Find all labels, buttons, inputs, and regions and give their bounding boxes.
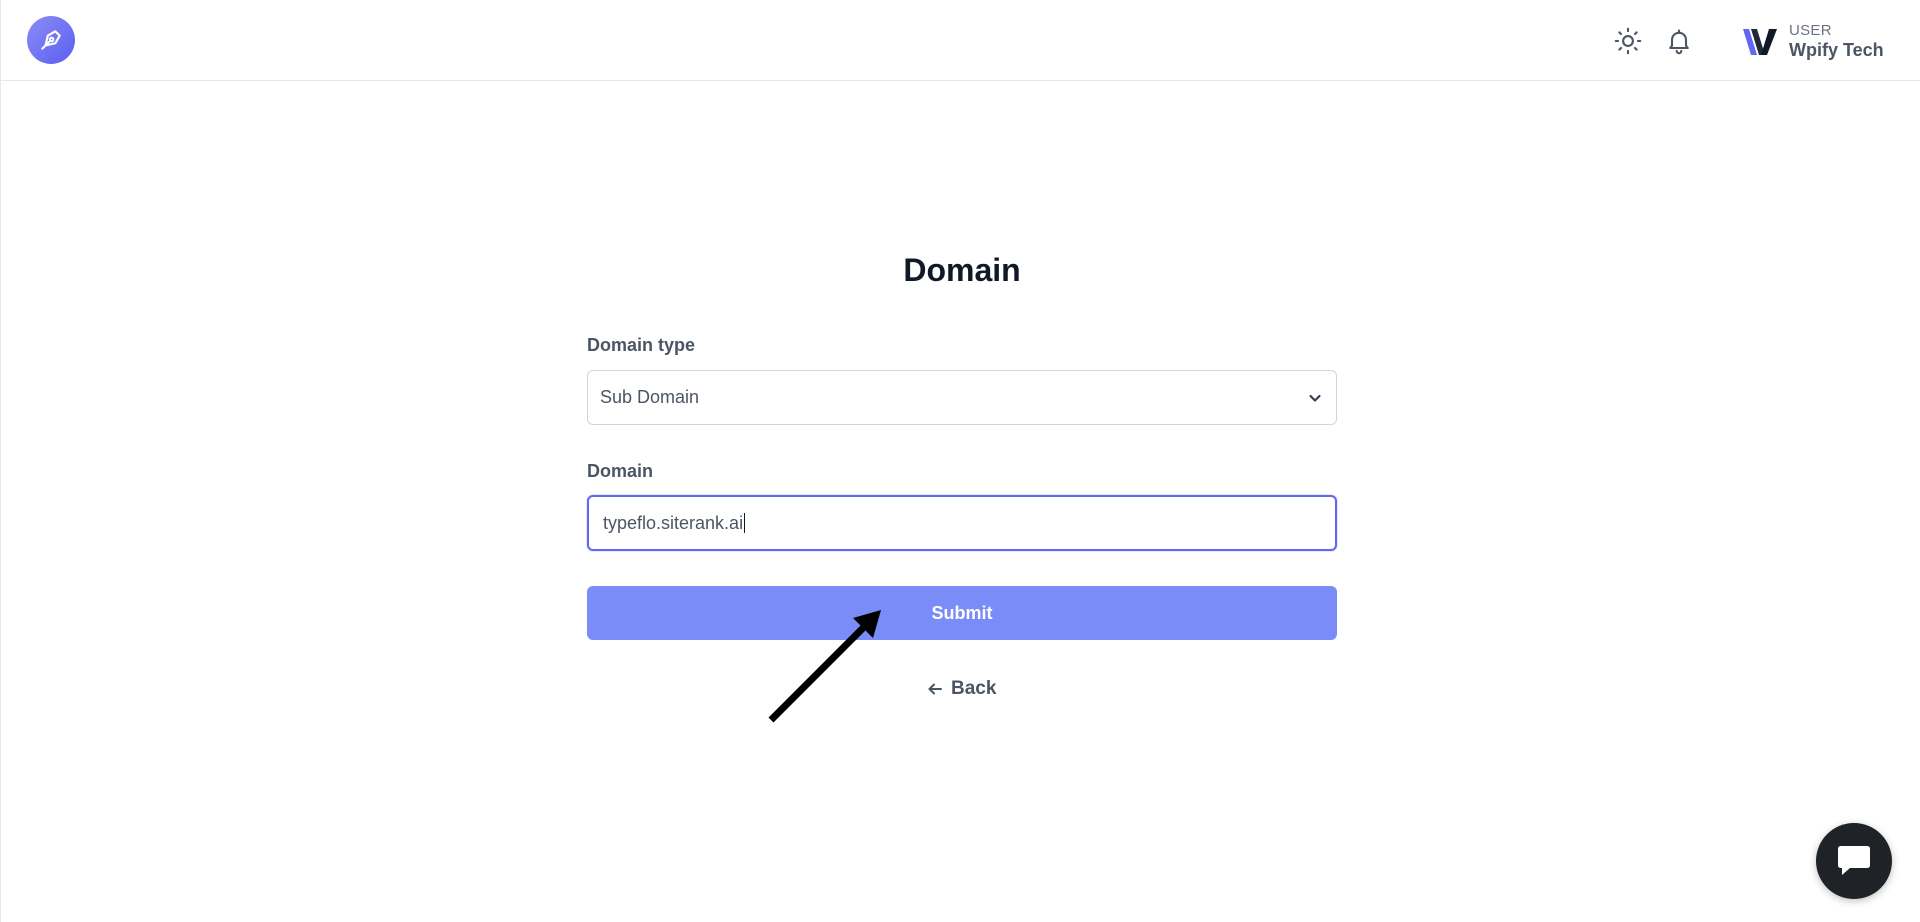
page-title: Domain — [903, 252, 1021, 288]
wpify-logo-icon — [1743, 29, 1777, 55]
user-role: USER — [1789, 22, 1832, 40]
back-label: Back — [951, 678, 997, 699]
text-caret — [744, 513, 746, 533]
annotation-arrow-icon — [768, 610, 881, 723]
back-link[interactable]: Back — [927, 676, 996, 702]
domain-input-value: typeflo.siterank.ai — [603, 512, 744, 533]
domain-type-label: Domain type — [587, 335, 696, 355]
chat-button[interactable] — [1816, 823, 1892, 899]
arrow-left-icon — [928, 683, 942, 695]
top-bar: USER Wpify Tech — [1, 0, 1920, 81]
pen-nib-icon — [41, 30, 61, 50]
domain-type-select[interactable]: Sub Domain — [587, 370, 1337, 425]
domain-input[interactable]: typeflo.siterank.ai — [587, 495, 1337, 551]
domain-type-selected-value: Sub Domain — [600, 387, 700, 407]
submit-button[interactable]: Submit — [587, 586, 1337, 640]
chat-bubble-icon — [1838, 846, 1870, 875]
sun-icon — [1614, 27, 1642, 55]
notifications-button[interactable] — [1664, 26, 1694, 56]
user-menu[interactable]: USER Wpify Tech — [1741, 18, 1884, 66]
theme-toggle-button[interactable] — [1613, 26, 1643, 56]
app-frame: USER Wpify Tech Domain Domain type Sub D… — [0, 0, 1920, 922]
user-info: USER Wpify Tech — [1789, 22, 1884, 62]
user-name: Wpify Tech — [1789, 40, 1884, 61]
domain-label: Domain — [587, 461, 654, 481]
app-logo[interactable] — [27, 16, 75, 64]
chevron-down-icon — [1306, 389, 1324, 407]
bell-icon — [1669, 29, 1689, 55]
